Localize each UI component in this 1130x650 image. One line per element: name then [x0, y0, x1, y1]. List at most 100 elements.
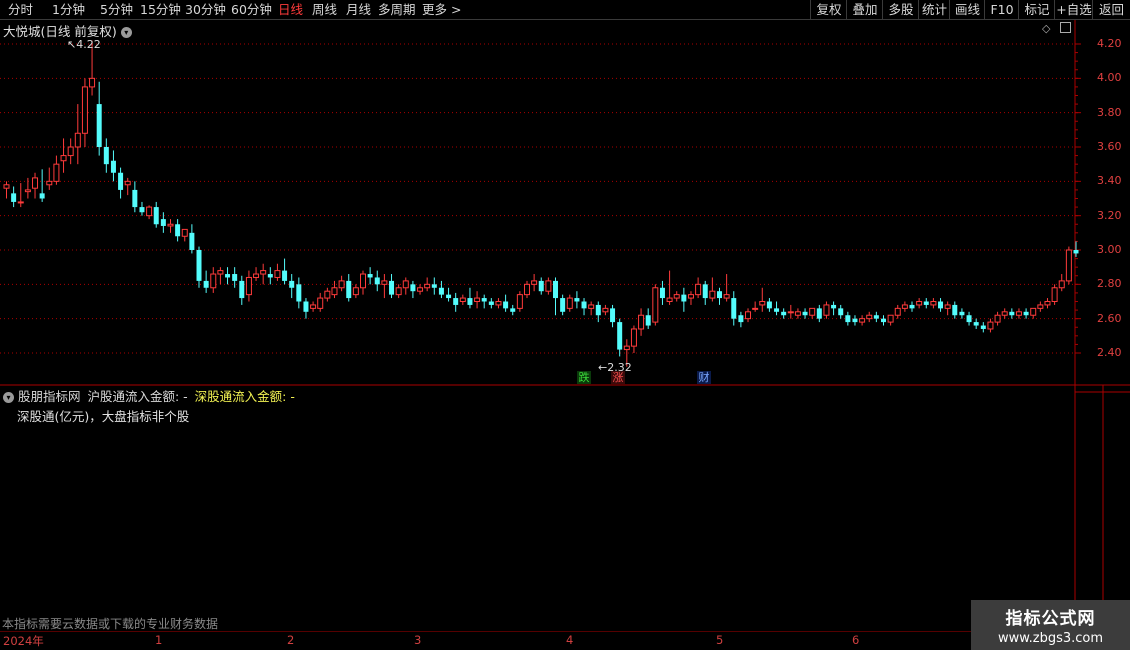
- period-tab-60min[interactable]: 60分钟: [231, 1, 272, 18]
- candle-body-down: [595, 304, 601, 316]
- candle-body-down: [831, 304, 837, 309]
- candle-body-up: [274, 270, 281, 278]
- candle-body-down: [781, 311, 787, 316]
- event-mark-finance[interactable]: 财: [697, 371, 711, 384]
- candle-body-down: [802, 311, 808, 316]
- date-label-jan: 1: [155, 633, 163, 647]
- candle-body-down: [766, 301, 772, 309]
- chevron-down-icon[interactable]: ▾: [3, 392, 14, 403]
- price-tick-label: 3.40: [1097, 174, 1122, 188]
- price-tick-label: 2.40: [1097, 346, 1122, 359]
- candle-body-up: [894, 307, 901, 316]
- candlestick-chart[interactable]: [0, 20, 1130, 632]
- candle-body-down: [659, 287, 665, 299]
- period-tab-daily[interactable]: 日线: [278, 1, 303, 18]
- candle-body-up: [823, 304, 830, 316]
- candle-body-down: [880, 318, 886, 323]
- period-tab-timeshare[interactable]: 分时: [8, 1, 33, 18]
- price-tick-label: 3.00: [1097, 243, 1122, 256]
- chevron-down-icon[interactable]: ▾: [120, 27, 132, 38]
- stats-button[interactable]: 统计: [918, 0, 950, 19]
- price-tick-label: 2.60: [1097, 311, 1122, 325]
- adjust-button[interactable]: 复权: [810, 0, 847, 19]
- price-tick-label: 3.80: [1097, 105, 1122, 119]
- candle-body-up: [630, 328, 637, 347]
- candle-body-up: [46, 180, 53, 186]
- candle-body-down: [1023, 311, 1029, 316]
- candle-body-up: [74, 132, 81, 148]
- candle-body-up: [260, 270, 267, 275]
- period-tab-30min[interactable]: 30分钟: [185, 1, 226, 18]
- candle-body-down: [367, 274, 373, 278]
- candle-body-down: [481, 298, 487, 302]
- watermark-url: www.zbgs3.com: [997, 631, 1104, 646]
- candle-body-up: [994, 314, 1001, 323]
- candle-body-up: [89, 77, 96, 88]
- candle-body-up: [695, 283, 702, 296]
- candle-body-down: [503, 301, 509, 309]
- candle-body-down: [453, 298, 459, 305]
- candle-body-up: [424, 283, 431, 289]
- f10-button[interactable]: F10: [984, 0, 1019, 19]
- candle-body-up: [67, 146, 74, 157]
- candle-body-up: [81, 86, 88, 134]
- candle-body-up: [623, 345, 630, 351]
- period-tab-monthly[interactable]: 月线: [346, 1, 371, 18]
- draw-line-button[interactable]: 画线: [949, 0, 985, 19]
- diamond-icon[interactable]: ◇: [1042, 22, 1050, 35]
- candle-body-up: [666, 297, 673, 303]
- date-label-jun: 6: [852, 633, 860, 647]
- indicator-title: ▾ 股朋指标网 沪股通流入金额: - 深股通流入金额: -: [3, 386, 295, 405]
- event-mark-text: 跌: [578, 371, 590, 384]
- candle-body-up: [1044, 301, 1051, 306]
- candle-body-up: [709, 290, 716, 299]
- add-watchlist-button[interactable]: +自选: [1054, 0, 1093, 19]
- watermark: 指标公式网 www.zbgs3.com: [971, 600, 1130, 650]
- multi-stock-button[interactable]: 多股: [882, 0, 919, 19]
- candle-body-up: [516, 294, 523, 309]
- candle-body-up: [916, 301, 923, 306]
- candle-body-up: [167, 223, 174, 227]
- candle-body-down: [488, 301, 494, 305]
- event-mark-up[interactable]: 涨: [611, 371, 625, 384]
- candle-body-up: [859, 318, 866, 323]
- panel-toggle-icon[interactable]: [1060, 22, 1071, 33]
- price-tick-label: 2.80: [1097, 277, 1122, 291]
- period-tab-more[interactable]: 更多 >: [422, 1, 461, 18]
- candle-body-down: [574, 298, 580, 302]
- candle-body-up: [381, 280, 388, 285]
- data-note: 本指标需要云数据或下载的专业财务数据: [2, 617, 219, 631]
- candle-body-down: [225, 274, 231, 278]
- period-tab-5min[interactable]: 5分钟: [100, 1, 133, 18]
- sh-connect-label: 沪股通流入金额: -: [87, 389, 188, 404]
- candle-body-up: [638, 314, 645, 330]
- candle-body-down: [282, 270, 288, 281]
- candle-body-down: [681, 294, 687, 302]
- period-tab-15min[interactable]: 15分钟: [140, 1, 181, 18]
- mark-button[interactable]: 标记: [1018, 0, 1055, 19]
- candle-body-down: [538, 280, 544, 292]
- candle-body-down: [110, 160, 116, 173]
- event-mark-down[interactable]: 跌: [577, 371, 591, 384]
- period-tab-multi[interactable]: 多周期: [378, 1, 416, 18]
- period-tab-1min[interactable]: 1分钟: [52, 1, 85, 18]
- candle-body-down: [959, 311, 965, 316]
- candle-body-down: [346, 280, 352, 299]
- candle-body-down: [175, 224, 181, 237]
- candle-body-up: [395, 287, 402, 296]
- candle-body-up: [1058, 280, 1065, 289]
- candle-body-up: [459, 297, 466, 303]
- candle-body-down: [389, 280, 395, 295]
- candle-body-up: [310, 304, 317, 309]
- candle-body-up: [317, 297, 324, 309]
- candle-body-up: [245, 276, 252, 296]
- back-button[interactable]: 返回: [1092, 0, 1130, 19]
- arrow-icon: ↖: [67, 38, 77, 51]
- event-mark-text: 财: [698, 371, 710, 384]
- overlay-button[interactable]: 叠加: [846, 0, 883, 19]
- period-tab-weekly[interactable]: 周线: [312, 1, 337, 18]
- candle-body-down: [952, 304, 958, 316]
- date-label-may: 5: [716, 633, 724, 647]
- candle-body-down: [196, 250, 202, 281]
- candle-body-up: [930, 301, 937, 306]
